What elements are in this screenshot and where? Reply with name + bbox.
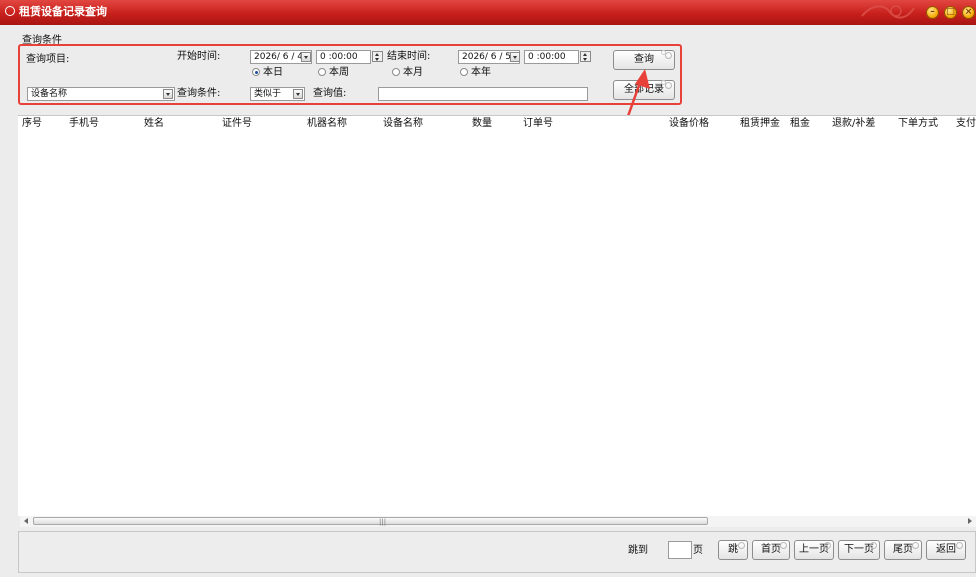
start-date-value: 2026/ 6 / 4 <box>254 52 304 62</box>
column-header[interactable]: 支付 <box>956 118 976 130</box>
column-header[interactable]: 设备价格 <box>669 118 709 130</box>
minimize-button[interactable]: – <box>926 6 939 19</box>
table-header: 序号 手机号 姓名 证件号 机器名称 设备名称 数量 订单号 设备价格 租赁押金… <box>18 116 976 131</box>
column-header[interactable]: 租赁押金 <box>740 118 780 130</box>
horizontal-scrollbar[interactable]: ||| <box>20 516 976 527</box>
title-bar: 租赁设备记录查询 – □ × <box>0 0 976 25</box>
gear-icon <box>661 80 666 85</box>
gear-icon <box>870 542 877 549</box>
start-time-value: 0 :00:00 <box>320 52 358 62</box>
maximize-button[interactable]: □ <box>944 6 957 19</box>
query-value-input[interactable] <box>378 87 588 101</box>
radio-unselected-icon <box>392 68 400 76</box>
column-header[interactable]: 手机号 <box>69 118 99 130</box>
start-date-dropdown-icon[interactable] <box>301 52 311 62</box>
value-label: 查询值: <box>313 88 347 99</box>
field-select-value: 设备名称 <box>31 89 68 99</box>
gear-icon <box>665 82 672 89</box>
close-button[interactable]: × <box>962 6 975 19</box>
field-select-dropdown-icon[interactable] <box>163 89 173 99</box>
gear-icon <box>956 542 963 549</box>
column-header[interactable]: 下单方式 <box>898 118 938 130</box>
gear-icon <box>665 52 672 59</box>
radio-unselected-icon <box>318 68 326 76</box>
decorative-swirl-icon <box>861 5 915 19</box>
field-select[interactable]: 设备名称 <box>27 87 175 101</box>
condition-select-value: 类似于 <box>254 89 282 99</box>
close-icon: × <box>964 7 973 17</box>
column-header[interactable]: 数量 <box>472 118 492 130</box>
maximize-icon: □ <box>946 7 955 17</box>
grip-icon: ||| <box>379 518 387 526</box>
radio-year[interactable]: 本年 <box>460 67 491 78</box>
gear-icon <box>661 50 666 55</box>
column-header[interactable]: 姓名 <box>144 118 164 130</box>
gear-icon <box>738 542 745 549</box>
start-time-spinner-icon[interactable] <box>372 51 383 62</box>
gear-icon <box>780 542 787 549</box>
radio-selected-icon <box>252 68 260 76</box>
scrollbar-thumb[interactable]: ||| <box>33 517 708 526</box>
end-time-value: 0 :00:00 <box>528 52 566 62</box>
goto-label: 跳到 <box>628 545 648 556</box>
radio-today[interactable]: 本日 <box>252 67 283 78</box>
page-number-input[interactable] <box>668 541 692 559</box>
column-header[interactable]: 退款/补差 <box>832 118 875 130</box>
radio-week[interactable]: 本周 <box>318 67 349 78</box>
column-header[interactable]: 设备名称 <box>383 118 423 130</box>
column-header[interactable]: 证件号 <box>222 118 252 130</box>
last-page-button[interactable]: 尾页 <box>884 540 922 560</box>
scroll-right-icon[interactable] <box>968 518 972 524</box>
next-page-button[interactable]: 下一页 <box>838 540 880 560</box>
column-header[interactable]: 序号 <box>22 118 42 130</box>
page-suffix-label: 页 <box>693 545 703 556</box>
window-title: 租赁设备记录查询 <box>19 5 107 18</box>
prev-page-button[interactable]: 上一页 <box>794 540 834 560</box>
go-button[interactable]: 跳 <box>718 540 748 560</box>
app-icon <box>5 6 15 16</box>
column-header[interactable]: 机器名称 <box>307 118 347 130</box>
gear-icon <box>912 542 919 549</box>
back-button[interactable]: 返回 <box>926 540 966 560</box>
project-label: 查询项目: <box>26 54 70 65</box>
end-time-label: 结束时间: <box>387 51 431 62</box>
first-page-button[interactable]: 首页 <box>752 540 790 560</box>
start-time-label: 开始时间: <box>177 51 221 62</box>
end-time-spinner-icon[interactable] <box>580 51 591 62</box>
minimize-icon: – <box>930 7 935 17</box>
radio-unselected-icon <box>460 68 468 76</box>
start-time-field[interactable]: 0 :00:00 <box>316 50 371 64</box>
radio-month[interactable]: 本月 <box>392 67 423 78</box>
condition-dropdown-icon[interactable] <box>293 89 303 99</box>
records-table[interactable]: 序号 手机号 姓名 证件号 机器名称 设备名称 数量 订单号 设备价格 租赁押金… <box>18 115 976 516</box>
condition-label: 查询条件: <box>177 88 221 99</box>
column-header[interactable]: 租金 <box>790 118 810 130</box>
end-time-field[interactable]: 0 :00:00 <box>524 50 579 64</box>
scroll-left-icon[interactable] <box>24 518 28 524</box>
gear-icon <box>824 542 831 549</box>
end-date-value: 2026/ 6 / 5 <box>462 52 512 62</box>
end-date-dropdown-icon[interactable] <box>510 52 520 62</box>
column-header[interactable]: 订单号 <box>523 118 553 130</box>
